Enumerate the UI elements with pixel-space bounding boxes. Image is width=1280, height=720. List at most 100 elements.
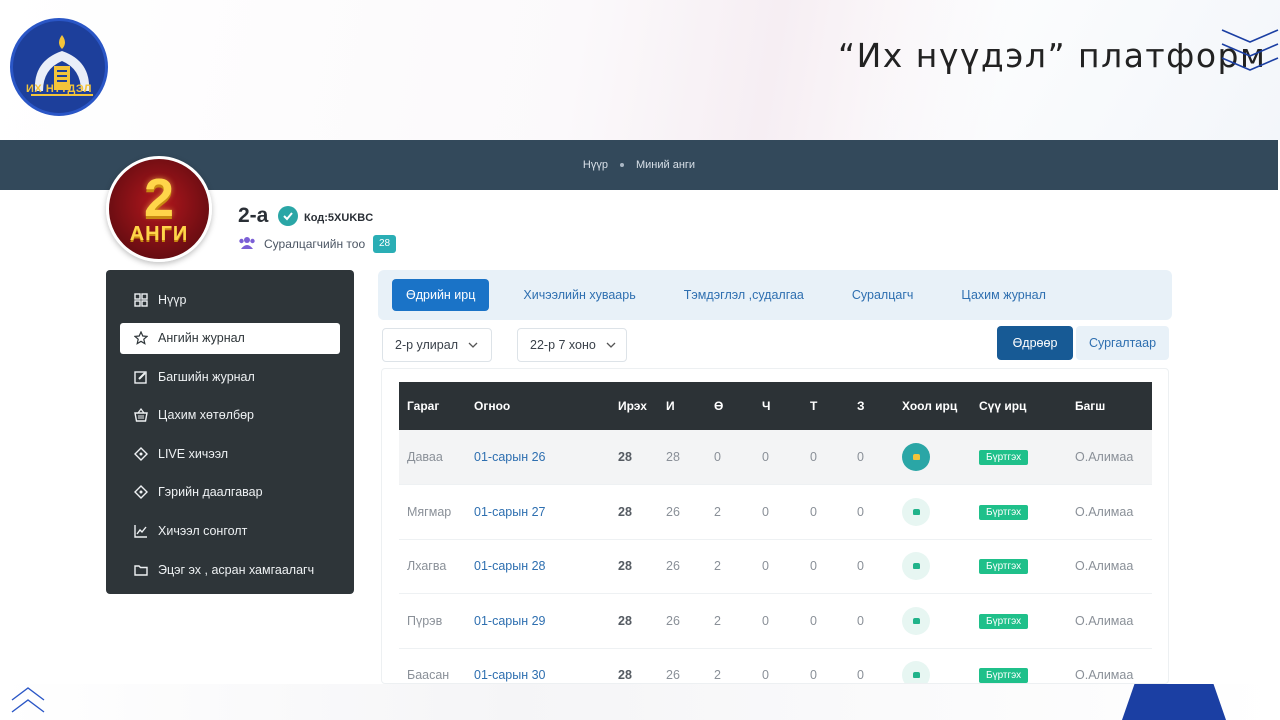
chart-icon: [134, 525, 147, 538]
milk-attendance-cell: Бүртгэх: [971, 485, 1067, 540]
column-header: Багш: [1075, 399, 1106, 413]
present-cell: 26: [666, 559, 680, 574]
teacher-cell: О.Алимаа: [1075, 450, 1134, 464]
meal-attendance-button[interactable]: [902, 606, 930, 635]
teacher-cell: О.Алимаа: [1075, 504, 1134, 519]
sick-cell: 2: [714, 504, 721, 519]
logo-text: ИХ НҮҮДЭЛ: [26, 83, 92, 95]
tab-daily-attendance[interactable]: Өдрийн ирц: [392, 279, 490, 311]
tab-schedule[interactable]: Хичээлийн хуваарь: [499, 279, 659, 311]
register-button[interactable]: Бүртгэх: [979, 559, 1029, 575]
breadcrumb-separator: [619, 163, 624, 167]
column-header: Т: [810, 399, 818, 413]
meal-icon: [912, 563, 920, 570]
sidebar-item-home[interactable]: Нүүр: [120, 284, 340, 315]
chevron-down-icon: [606, 342, 616, 348]
register-button[interactable]: Бүртгэх: [979, 450, 1029, 465]
date-link[interactable]: 01-сарын 27: [466, 485, 610, 540]
folder-icon: [134, 564, 148, 576]
meal-attendance-cell: [894, 648, 971, 683]
sidebar-item-homework[interactable]: Гэрийн даалгавар: [120, 477, 340, 508]
sidebar-item-e-curriculum[interactable]: Цахим хөтөлбөр: [120, 400, 340, 431]
by-lesson-button[interactable]: Сургалтаар: [1076, 326, 1169, 360]
semester-select[interactable]: 2-р улирал: [382, 328, 492, 362]
breadcrumb-home[interactable]: Нүүр: [583, 159, 608, 171]
late-cell: 0: [810, 668, 817, 683]
excused-cell: 0: [762, 613, 769, 628]
table-row: Лхагва 01-сарын 28 28 26 2 0 0 0 Бүртгэх…: [399, 539, 1152, 594]
meal-attendance-cell: [894, 430, 971, 485]
sidebar-item-label: Багшийн журнал: [158, 369, 255, 384]
class-avatar: 2 АНГИ: [106, 156, 212, 262]
meal-icon: [912, 672, 920, 679]
class-avatar-number: 2: [143, 167, 175, 228]
platform-logo: ИХ НҮҮДЭЛ: [10, 18, 108, 116]
date-link[interactable]: 01-сарын 26: [466, 430, 610, 485]
dashboard-icon: [134, 292, 148, 307]
teacher-cell: О.Алимаа: [1075, 613, 1134, 628]
sidebar-item-teacher-journal[interactable]: Багшийн журнал: [120, 361, 340, 392]
week-select[interactable]: 22-р 7 хоно: [517, 328, 627, 362]
late-cell: 0: [810, 613, 817, 628]
meal-attendance-cell: [894, 485, 971, 540]
column-header: Огноо: [474, 399, 511, 413]
milk-attendance-cell: Бүртгэх: [971, 430, 1067, 485]
column-header: Гараг: [407, 399, 440, 413]
sidebar: Нүүр Ангийн журнал Багшийн журнал Цахим …: [106, 270, 354, 594]
present-cell: 26: [666, 504, 680, 519]
attendance-table-card: Гараг Огноо Ирэх И Ө Ч Т З Хоол ирц Сүү …: [381, 368, 1169, 684]
date-link[interactable]: 01-сарын 28: [466, 539, 610, 594]
meal-attendance-cell: [894, 539, 971, 594]
absent-cell: 0: [857, 613, 864, 628]
column-header: Сүү ирц: [979, 399, 1027, 413]
present-cell: 26: [666, 668, 680, 683]
basket-icon: [134, 408, 148, 422]
meal-attendance-cell: [894, 594, 971, 649]
column-header: Хоол ирц: [902, 399, 958, 413]
meal-attendance-button[interactable]: [902, 443, 930, 471]
date-link[interactable]: 01-сарын 30: [466, 648, 610, 683]
sidebar-item-lesson-selection[interactable]: Хичээл сонголт: [120, 516, 340, 547]
table-header-row: Гараг Огноо Ирэх И Ө Ч Т З Хоол ирц Сүү …: [399, 382, 1152, 430]
late-cell: 0: [810, 559, 817, 574]
breadcrumb-my-class[interactable]: Миний анги: [636, 159, 695, 171]
by-day-button[interactable]: Өдрөөр: [997, 326, 1073, 360]
students-count-label: Суралцагчийн тоо: [264, 237, 366, 251]
meal-icon: [912, 617, 920, 624]
class-name: 2-а: [238, 204, 269, 227]
register-button[interactable]: Бүртгэх: [979, 504, 1029, 520]
weekday-cell: Лхагва: [407, 559, 447, 574]
semester-select-value: 2-р улирал: [395, 338, 458, 352]
register-button[interactable]: Бүртгэх: [979, 668, 1029, 683]
excused-cell: 0: [762, 668, 769, 683]
absent-cell: 0: [857, 504, 864, 519]
sidebar-item-live-lesson[interactable]: LIVE хичээл: [120, 438, 340, 469]
tab-e-journal[interactable]: Цахим журнал: [937, 279, 1070, 311]
expected-cell: 28: [618, 504, 632, 519]
date-link[interactable]: 01-сарын 29: [466, 594, 610, 649]
sidebar-item-label: Нүүр: [158, 292, 187, 307]
edit-icon: [134, 370, 147, 384]
table-row: Даваа 01-сарын 26 28 28 0 0 0 0 Бүртгэх …: [399, 430, 1152, 485]
class-code: Код:5XUKBC: [304, 212, 374, 224]
milk-attendance-cell: Бүртгэх: [971, 648, 1067, 683]
expected-cell: 28: [618, 450, 632, 464]
register-button[interactable]: Бүртгэх: [979, 613, 1029, 629]
meal-attendance-button[interactable]: [902, 552, 930, 581]
absent-cell: 0: [857, 450, 864, 464]
tab-students[interactable]: Суралцагч: [828, 279, 938, 311]
column-header: И: [666, 399, 675, 413]
sidebar-item-class-journal[interactable]: Ангийн журнал: [120, 322, 340, 354]
sidebar-item-label: Ангийн журнал: [158, 331, 245, 346]
sidebar-item-parents[interactable]: Эцэг эх , асран хамгаалагч: [120, 554, 340, 585]
teacher-cell: О.Алимаа: [1075, 559, 1134, 574]
absent-cell: 0: [857, 559, 864, 574]
teacher-cell: О.Алимаа: [1075, 668, 1134, 683]
meal-attendance-button[interactable]: [902, 497, 930, 526]
column-header: З: [857, 399, 865, 413]
sick-cell: 0: [714, 450, 721, 464]
decorative-chevrons-up-icon: [11, 687, 45, 713]
meal-attendance-button[interactable]: [902, 661, 930, 683]
tab-notes-survey[interactable]: Тэмдэглэл ,судалгаа: [660, 279, 828, 311]
week-select-value: 22-р 7 хоно: [530, 338, 596, 352]
